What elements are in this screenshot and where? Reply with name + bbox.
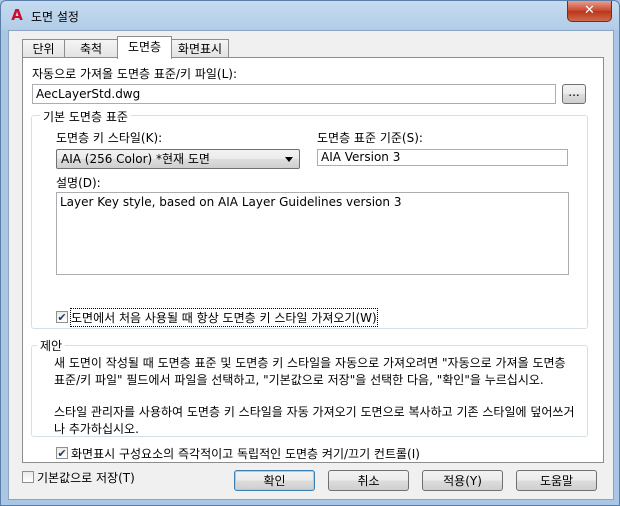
layer-key-style-value: AIA (256 Color) *현재 도면: [61, 152, 210, 166]
description-label: 설명(D):: [56, 176, 101, 190]
tab-units[interactable]: 단위: [22, 39, 65, 58]
close-icon: ✕: [584, 3, 595, 18]
browse-button[interactable]: ...: [562, 84, 586, 104]
layer-standard-label: 도면층 표준 기준(S):: [317, 131, 423, 145]
tab-label: 도면층: [127, 40, 162, 54]
description-textarea: Layer Key style, based on AIA Layer Guid…: [56, 192, 569, 275]
layer-key-style-dropdown[interactable]: AIA (256 Color) *현재 도면: [56, 149, 300, 169]
suggestion-text-1: 새 도면이 작성될 때 도면층 표준 및 도면층 키 스타일을 자동으로 가져오…: [54, 356, 566, 387]
always-import-checkbox[interactable]: ✔: [56, 311, 68, 323]
apply-button[interactable]: 적용(Y): [422, 470, 503, 491]
close-button[interactable]: ✕: [567, 1, 612, 22]
title-bar[interactable]: A 도면 설정 ✕: [1, 1, 619, 31]
display-control-label[interactable]: 화면표시 구성요소의 즉각적이고 독립적인 도면층 켜기/끄기 컨트롤(I): [71, 445, 420, 462]
dialog-window: A 도면 설정 ✕ 단위 축척 도면층 화면표시 자동으로 가져올 도면층 표준…: [0, 0, 620, 506]
always-import-label[interactable]: 도면에서 처음 사용될 때 항상 도면층 키 스타일 가져오기(W): [70, 308, 378, 327]
layer-key-style-label: 도면층 키 스타일(K):: [56, 131, 163, 145]
chevron-down-icon: [285, 157, 293, 162]
layer-standard-field: AIA Version 3: [317, 149, 568, 166]
dialog-client-area: 단위 축척 도면층 화면표시 자동으로 가져올 도면층 표준/키 파일(L): …: [8, 30, 614, 500]
save-as-default-label[interactable]: 기본값으로 저장(T): [37, 469, 135, 486]
auto-import-file-field[interactable]: AecLayerStd.dwg: [32, 84, 556, 104]
display-control-checkbox[interactable]: ✔: [56, 447, 68, 459]
suggestion-text-2: 스타일 관리자를 사용하여 도면층 키 스타일을 자동 가져오기 도면으로 복사…: [54, 405, 575, 436]
autocad-app-icon: A: [11, 6, 23, 24]
window-title: 도면 설정: [31, 10, 79, 24]
auto-import-label: 자동으로 가져올 도면층 표준/키 파일(L):: [32, 67, 237, 81]
tab-layer[interactable]: 도면층: [117, 36, 172, 59]
tab-label: 단위: [32, 42, 55, 56]
checkmark-icon: ✔: [57, 311, 67, 324]
tab-display[interactable]: 화면표시: [171, 39, 229, 58]
tab-label: 화면표시: [177, 42, 223, 56]
cancel-button[interactable]: 취소: [328, 470, 409, 491]
layer-tab-panel: 자동으로 가져올 도면층 표준/키 파일(L): AecLayerStd.dwg…: [22, 57, 604, 463]
tab-scale[interactable]: 축척: [64, 39, 118, 58]
ok-button[interactable]: 확인: [234, 470, 315, 491]
help-button[interactable]: 도움말: [516, 470, 597, 491]
checkmark-icon: ✔: [57, 447, 67, 460]
save-as-default-checkbox[interactable]: [22, 471, 34, 483]
suggestion-legend: 제안: [37, 337, 66, 354]
default-layer-standard-legend: 기본 도면층 표준: [40, 108, 131, 125]
tab-label: 축척: [79, 42, 103, 56]
